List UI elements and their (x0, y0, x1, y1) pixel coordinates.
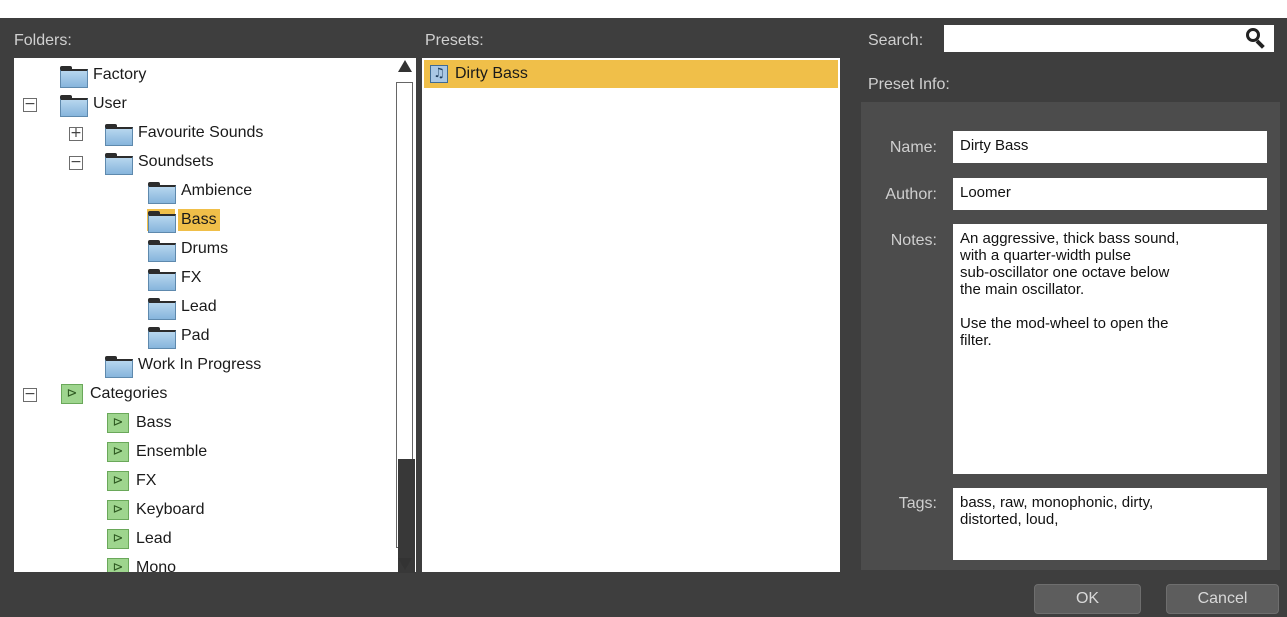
folders-header: Folders: (14, 32, 72, 49)
search-input[interactable] (944, 25, 1234, 52)
presets-header: Presets: (425, 32, 484, 49)
tree-item-label: Ambience (181, 181, 253, 199)
music-note-icon: ♫ (430, 65, 448, 83)
tree-item-category-bass[interactable]: ⊳ Bass (107, 408, 175, 437)
tree-item-soundsets[interactable]: Soundsets (104, 147, 217, 176)
collapse-toggle-soundsets[interactable]: − (69, 155, 83, 170)
tree-item-pad[interactable]: Pad (147, 321, 212, 350)
tree-item-label: User (93, 94, 127, 112)
folder-icon (104, 151, 133, 175)
tree-item-categories[interactable]: ⊳ Categories (61, 379, 170, 408)
folder-icon (104, 122, 133, 146)
preset-item-dirty-bass[interactable]: ♫ Dirty Bass (424, 60, 838, 88)
folder-icon (59, 93, 88, 117)
folder-icon (104, 354, 133, 378)
search-field[interactable] (944, 25, 1274, 52)
author-label: Author: (885, 186, 937, 203)
tree-item-label: FX (136, 471, 157, 489)
scroll-thumb[interactable] (398, 459, 415, 573)
notes-label: Notes: (890, 232, 937, 249)
tree-item-label: Bass (178, 208, 220, 231)
tree-item-label: Work In Progress (138, 355, 262, 373)
tree-item-ambience[interactable]: Ambience (147, 176, 255, 205)
scroll-down-arrow-icon[interactable] (398, 558, 412, 570)
name-field[interactable]: Dirty Bass (953, 131, 1267, 163)
tree-item-factory[interactable]: Factory (59, 60, 149, 89)
expand-toggle-favourite-sounds[interactable]: + (69, 126, 83, 141)
search-label: Search: (868, 32, 924, 49)
category-icon: ⊳ (107, 412, 129, 433)
folder-icon (147, 208, 176, 233)
tree-item-fx[interactable]: FX (147, 263, 204, 292)
folder-icon (147, 180, 176, 204)
notes-field[interactable]: An aggressive, thick bass sound, with a … (953, 224, 1267, 474)
tree-item-drums[interactable]: Drums (147, 234, 231, 263)
category-icon: ⊳ (107, 499, 129, 520)
folder-icon (147, 296, 176, 320)
folders-tree[interactable]: Factory − User + Favourite Sounds − Soun… (14, 58, 416, 572)
folder-icon (147, 238, 176, 262)
collapse-toggle-categories[interactable]: − (23, 387, 37, 402)
category-icon: ⊳ (107, 557, 129, 572)
tags-field[interactable]: bass, raw, monophonic, dirty, distorted,… (953, 488, 1267, 560)
tree-item-label: Drums (181, 239, 229, 257)
tree-item-label: Categories (90, 384, 168, 402)
tree-item-bass[interactable]: Bass (147, 205, 220, 234)
category-icon: ⊳ (107, 470, 129, 491)
preset-info-panel: Name: Dirty Bass Author: Loomer Notes: A… (861, 102, 1280, 570)
presets-list[interactable]: ♫ Dirty Bass (422, 58, 840, 572)
tree-item-work-in-progress[interactable]: Work In Progress (104, 350, 264, 379)
tree-item-label: Soundsets (138, 152, 214, 170)
scroll-up-arrow-icon[interactable] (398, 60, 412, 72)
tree-item-label: Lead (136, 529, 172, 547)
tree-item-label: Keyboard (136, 500, 205, 518)
cancel-button[interactable]: Cancel (1166, 584, 1279, 614)
category-icon: ⊳ (107, 528, 129, 549)
tree-item-category-fx[interactable]: ⊳ FX (107, 466, 159, 495)
tree-item-label: Favourite Sounds (138, 123, 264, 141)
author-field[interactable]: Loomer (953, 178, 1267, 210)
tree-item-category-lead[interactable]: ⊳ Lead (107, 524, 175, 553)
tree-item-lead[interactable]: Lead (147, 292, 220, 321)
tree-item-label: Lead (181, 297, 217, 315)
tree-item-label: Pad (181, 326, 210, 344)
preset-item-label: Dirty Bass (455, 65, 528, 82)
tree-item-favourite-sounds[interactable]: Favourite Sounds (104, 118, 266, 147)
tree-item-label: Ensemble (136, 442, 208, 460)
preset-browser-dialog: Folders: Presets: Search: Factory − User… (0, 18, 1287, 617)
preset-info-header: Preset Info: (868, 76, 950, 93)
tree-item-label: FX (181, 268, 202, 286)
folder-icon (147, 325, 176, 349)
tree-item-user[interactable]: User (59, 89, 130, 118)
collapse-toggle-user[interactable]: − (23, 97, 37, 112)
search-icon[interactable] (1246, 28, 1266, 49)
category-icon: ⊳ (107, 441, 129, 462)
tags-label: Tags: (898, 495, 937, 512)
tree-item-label: Bass (136, 413, 172, 431)
ok-button[interactable]: OK (1034, 584, 1141, 614)
tree-item-category-mono[interactable]: ⊳ Mono (107, 553, 179, 572)
scroll-track[interactable] (396, 82, 415, 573)
folder-icon (147, 267, 176, 291)
folder-icon (59, 64, 88, 88)
tree-item-label: Factory (93, 65, 147, 83)
tree-item-category-ensemble[interactable]: ⊳ Ensemble (107, 437, 210, 466)
tree-item-label: Mono (136, 558, 177, 573)
tree-item-category-keyboard[interactable]: ⊳ Keyboard (107, 495, 208, 524)
category-icon: ⊳ (61, 383, 83, 404)
name-label: Name: (889, 139, 937, 156)
folders-scrollbar[interactable] (395, 58, 415, 573)
